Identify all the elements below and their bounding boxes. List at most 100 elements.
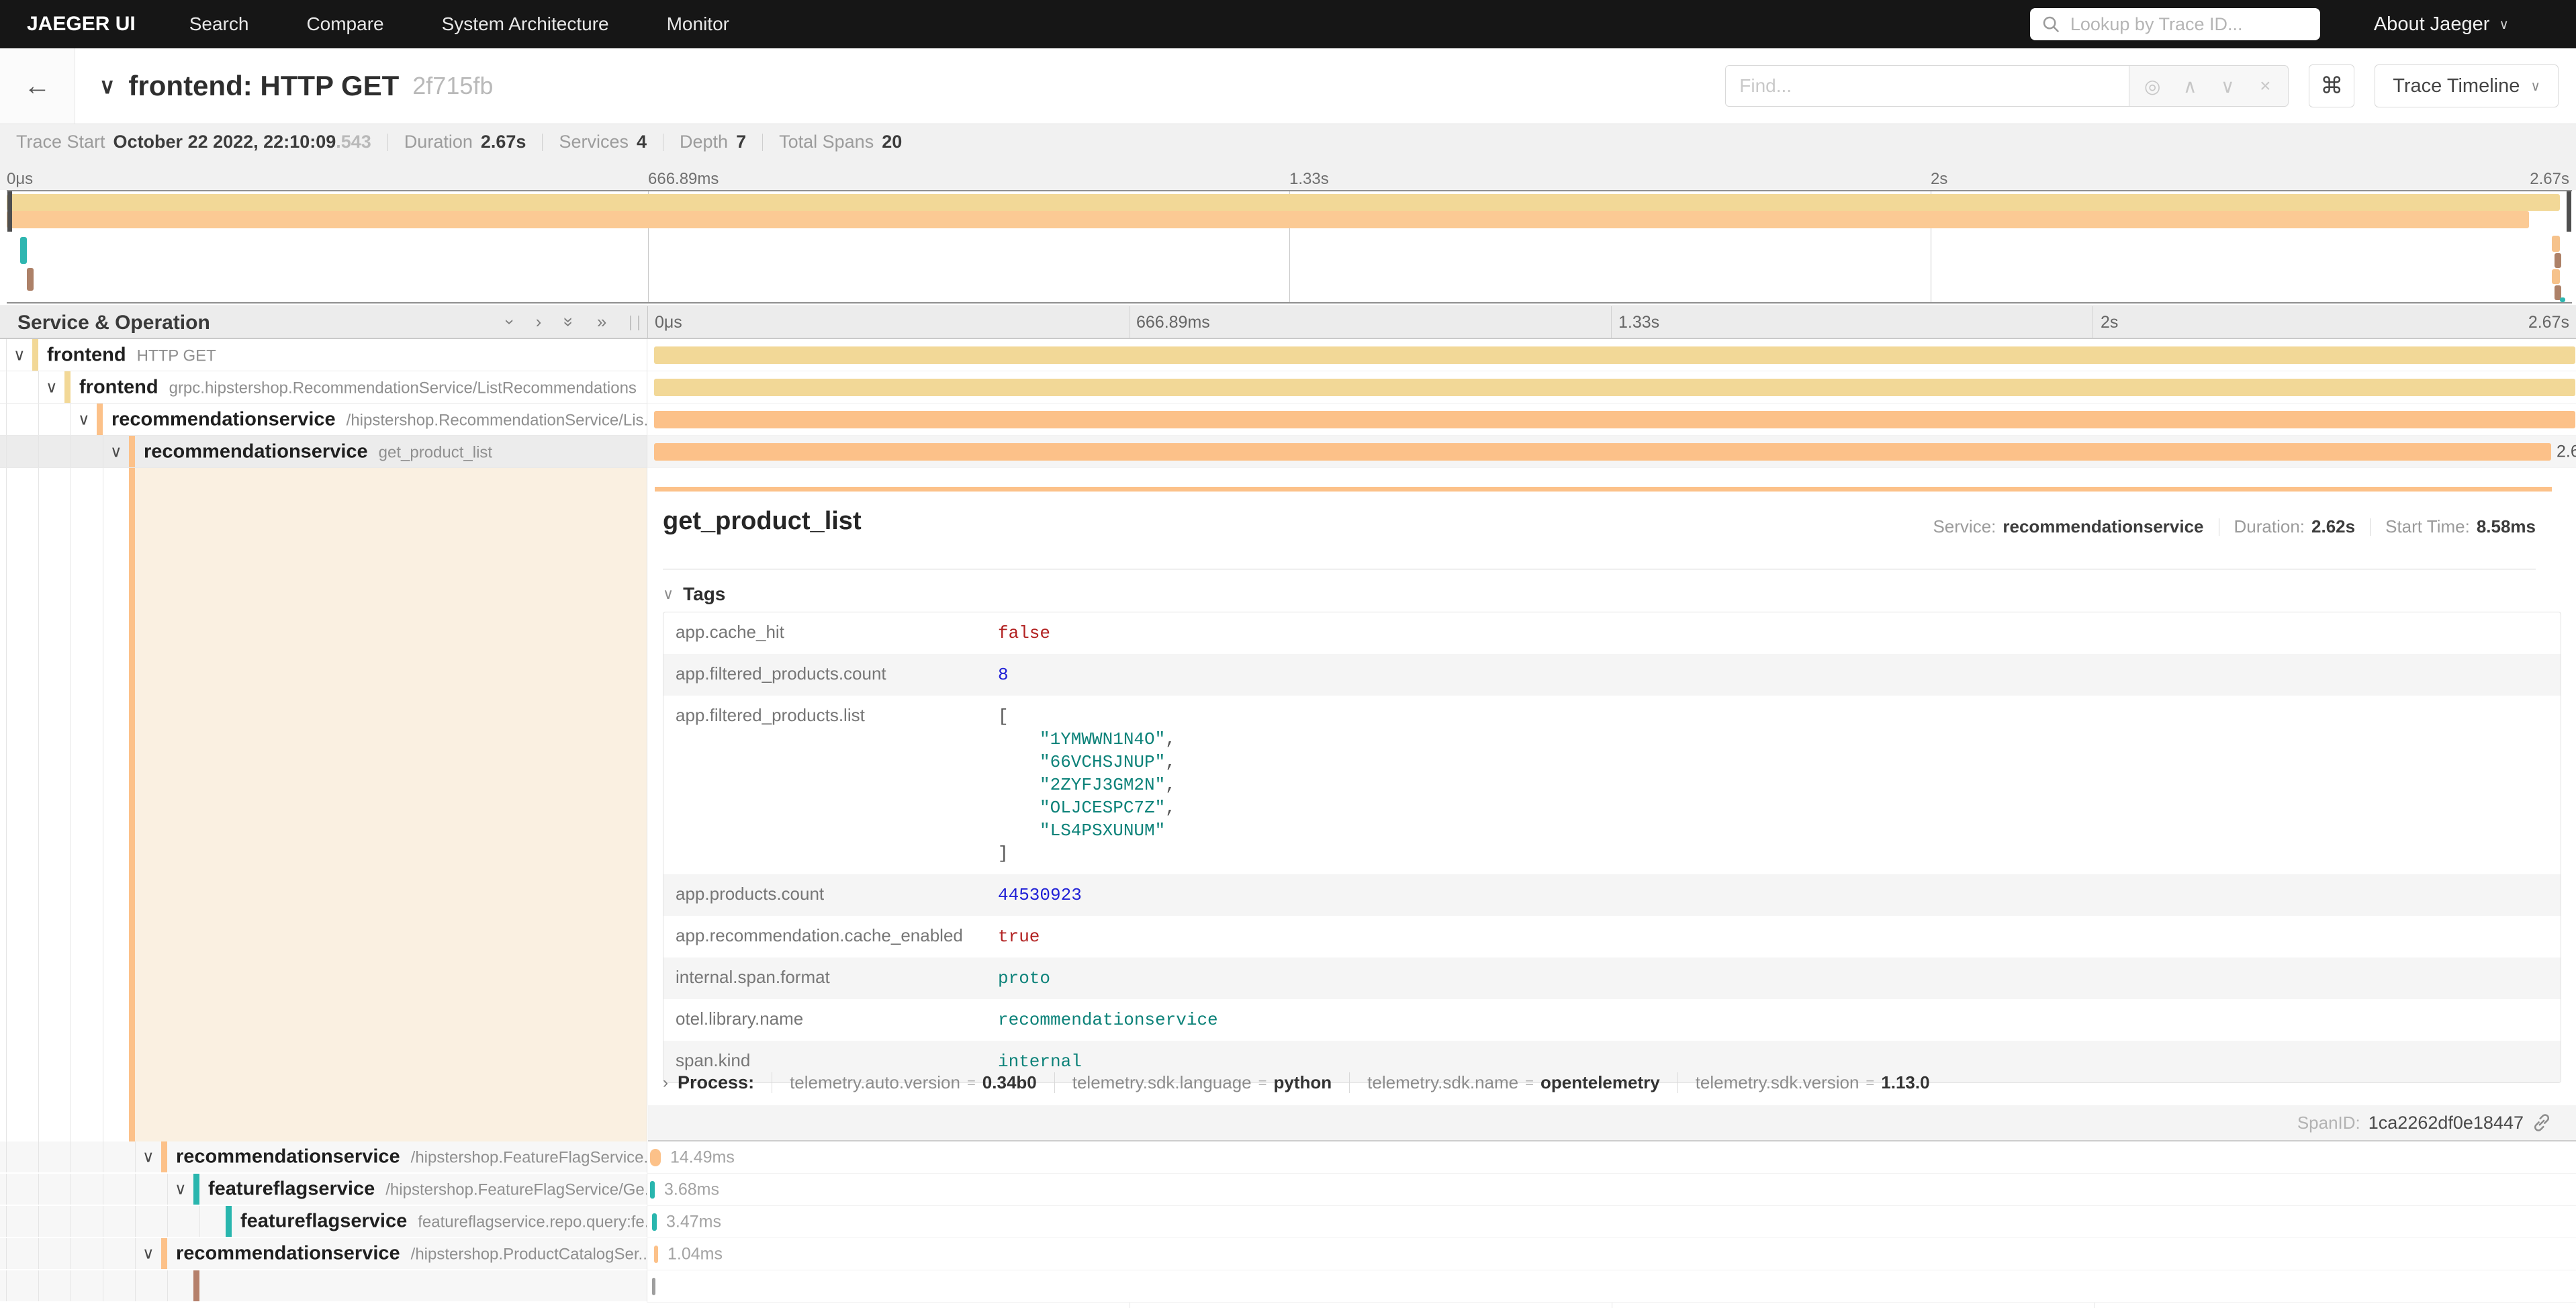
nav-item-search[interactable]: Search — [189, 13, 249, 35]
span-duration-bar[interactable] — [654, 346, 2575, 364]
span-name-cell[interactable]: ∨featureflagservice/hipstershop.FeatureF… — [0, 1174, 647, 1206]
summary-value: 7 — [736, 132, 746, 152]
column-resize-grip[interactable] — [630, 316, 639, 330]
span-timeline-cell[interactable]: 1.04ms — [647, 1238, 2576, 1270]
span-expand-chevron-icon[interactable]: ∨ — [46, 377, 58, 397]
nav-item-system-architecture[interactable]: System Architecture — [442, 13, 609, 35]
span-duration-bar[interactable] — [654, 379, 2575, 396]
double-chevron-right-icon[interactable]: » — [597, 312, 606, 332]
process-kv: telemetry.auto.version=0.34b0 — [772, 1072, 1054, 1093]
process-section[interactable]: ›Process:telemetry.auto.version=0.34b0te… — [663, 1072, 1947, 1093]
span-operation-name: grpc.hipstershop.RecommendationService/L… — [169, 379, 637, 397]
trace-id-search[interactable] — [2030, 8, 2320, 40]
span-name-cell[interactable]: featureflagservicefeatureflagservice.rep… — [0, 1206, 647, 1238]
span-name-cell[interactable]: ∨recommendationserviceget_product_list — [0, 436, 647, 468]
span-duration-bar[interactable] — [650, 1181, 655, 1199]
tag-value-bool: true — [998, 927, 1040, 947]
tag-row[interactable]: app.filtered_products.count8 — [663, 654, 2561, 696]
match-target-icon[interactable]: ◎ — [2133, 75, 2171, 97]
span-row[interactable] — [0, 1270, 2576, 1303]
span-service-name: featureflagservice — [208, 1178, 375, 1200]
span-expand-chevron-icon[interactable]: ∨ — [142, 1244, 154, 1264]
span-row[interactable]: ∨recommendationserviceget_product_list2.… — [0, 436, 2576, 468]
indent-guides — [0, 1238, 136, 1269]
span-duration-bar[interactable] — [654, 411, 2575, 428]
span-timeline-cell[interactable]: 14.49ms — [647, 1141, 2576, 1174]
span-duration-bar[interactable] — [652, 1278, 655, 1295]
span-expand-chevron-icon[interactable]: ∨ — [142, 1148, 154, 1167]
span-timeline-cell[interactable]: 2.62s — [647, 436, 2576, 468]
tag-value-str: proto — [998, 968, 1050, 988]
span-row[interactable]: ∨featureflagservice/hipstershop.FeatureF… — [0, 1174, 2576, 1206]
span-name-cell[interactable]: ∨frontendgrpc.hipstershop.Recommendation… — [0, 371, 647, 404]
span-name-cell[interactable] — [0, 1270, 647, 1303]
timeline-tick-label: 0μs — [655, 313, 682, 332]
span-row[interactable]: ∨recommendationservice/hipstershop.Featu… — [0, 1141, 2576, 1174]
span-name-cell[interactable]: ∨recommendationservice/hipstershop.Featu… — [0, 1141, 647, 1174]
tag-row[interactable]: otel.library.namerecommendationservice — [663, 999, 2561, 1041]
tag-row[interactable]: internal.span.formatproto — [663, 957, 2561, 999]
span-timeline-cell[interactable] — [647, 371, 2576, 404]
trace-id-search-input[interactable] — [2069, 13, 2309, 36]
indent-guides — [0, 1206, 200, 1237]
span-name-cell[interactable]: ∨frontendHTTP GET — [0, 339, 647, 371]
minimap-right-handle[interactable] — [2567, 191, 2571, 232]
timeline-header: Service & Operation ››»» 0μs666.89ms1.33… — [0, 306, 2576, 339]
about-jaeger-menu[interactable]: About Jaeger ∨ — [2374, 13, 2509, 36]
span-row[interactable]: ∨frontendHTTP GET — [0, 339, 2576, 371]
minimap-left-handle[interactable] — [7, 191, 12, 232]
span-duration-bar[interactable] — [654, 443, 2551, 461]
find-input[interactable] — [1725, 65, 2129, 107]
nav-item-monitor[interactable]: Monitor — [667, 13, 729, 35]
tag-row[interactable]: app.filtered_products.list["1YMWWN1N4O",… — [663, 696, 2561, 874]
tag-row[interactable]: app.cache_hitfalse — [663, 612, 2561, 654]
span-timeline-cell[interactable] — [647, 1270, 2576, 1303]
chevron-right-icon[interactable]: › — [536, 312, 542, 332]
span-color-bar — [32, 339, 38, 371]
indent-guides — [0, 436, 103, 467]
tag-row[interactable]: app.recommendation.cache_enabledtrue — [663, 916, 2561, 957]
indent-guides — [0, 1270, 168, 1301]
span-duration-bar[interactable] — [652, 1213, 657, 1231]
span-operation-name: /hipstershop.FeatureFlagService... — [411, 1149, 647, 1167]
span-timeline-cell[interactable] — [647, 404, 2576, 436]
indent-guides — [0, 339, 7, 371]
collapse-trace-chevron-icon[interactable]: ∨ — [99, 73, 115, 99]
span-row[interactable]: ∨recommendationservice/hipstershop.Recom… — [0, 404, 2576, 436]
span-row[interactable]: ∨frontendgrpc.hipstershop.Recommendation… — [0, 371, 2576, 404]
tag-row[interactable]: app.products.count44530923 — [663, 874, 2561, 916]
span-name-cell[interactable]: ∨recommendationservice/hipstershop.Recom… — [0, 404, 647, 436]
span-expand-chevron-icon[interactable]: ∨ — [78, 410, 90, 429]
span-row[interactable]: ∨recommendationservice/hipstershop.Produ… — [0, 1238, 2576, 1270]
span-timeline-cell[interactable] — [647, 339, 2576, 371]
tags-section-toggle[interactable]: ∨ Tags — [663, 583, 725, 605]
next-match-icon[interactable]: ∨ — [2209, 75, 2246, 97]
span-timeline-cell[interactable]: 3.47ms — [647, 1206, 2576, 1238]
copy-link-icon[interactable] — [2532, 1113, 2552, 1133]
span-expand-chevron-icon[interactable]: ∨ — [175, 1180, 187, 1199]
clear-find-icon[interactable]: × — [2246, 75, 2284, 97]
span-color-bar — [161, 1141, 167, 1172]
tag-key: app.filtered_products.list — [663, 705, 998, 726]
span-name-cell[interactable]: ∨recommendationservice/hipstershop.Produ… — [0, 1238, 647, 1270]
top-nav: JAEGER UI Search Compare System Architec… — [0, 0, 2576, 48]
span-duration-bar[interactable] — [650, 1149, 661, 1166]
span-duration-bar[interactable] — [654, 1246, 658, 1263]
prev-match-icon[interactable]: ∧ — [2171, 75, 2209, 97]
back-button[interactable]: ← — [0, 48, 75, 124]
span-row[interactable]: featureflagservicefeatureflagservice.rep… — [0, 1206, 2576, 1238]
json-string: "1YMWWN1N4O" — [1040, 729, 1165, 749]
nav-item-compare[interactable]: Compare — [306, 13, 383, 35]
chevron-down-icon[interactable]: › — [500, 319, 520, 325]
jaeger-logo[interactable]: JAEGER UI — [27, 13, 136, 36]
span-expand-chevron-icon[interactable]: ∨ — [110, 442, 122, 461]
divider — [2370, 518, 2371, 536]
span-expand-chevron-icon[interactable]: ∨ — [13, 345, 26, 365]
span-timeline-cell[interactable]: 3.68ms — [647, 1174, 2576, 1206]
json-string-item: "LS4PSXUNUM" — [998, 819, 1176, 842]
trace-minimap[interactable] — [7, 190, 2572, 303]
equals-sign: = — [1525, 1074, 1534, 1092]
double-chevron-down-icon[interactable]: » — [559, 317, 580, 326]
trace-view-selector[interactable]: Trace Timeline ∨ — [2375, 64, 2559, 107]
keyboard-shortcuts-button[interactable]: ⌘ — [2309, 64, 2354, 107]
